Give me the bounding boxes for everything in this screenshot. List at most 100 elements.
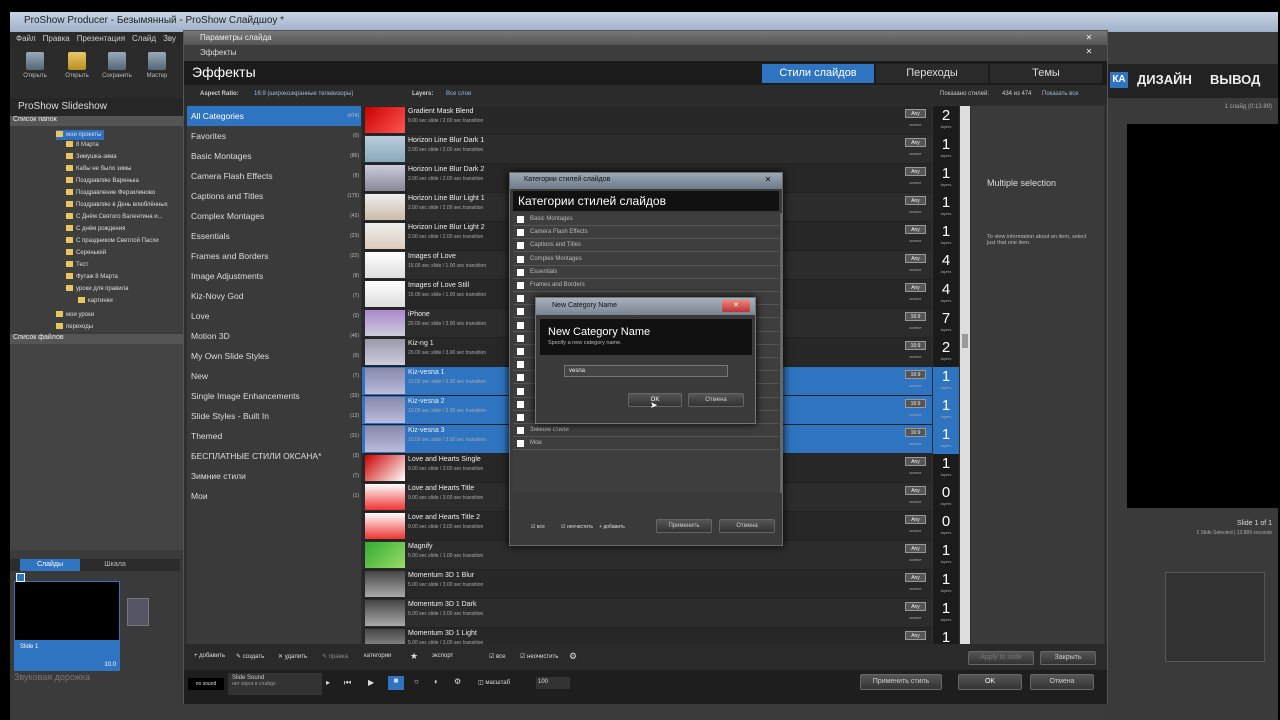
category-item[interactable]: My Own Slide Styles (0) [187,346,361,366]
category-item[interactable]: БЕСПЛАТНЫЕ СТИЛИ ОКСАНА* (3) [187,446,361,466]
category-check-item[interactable]: Complex Montages [513,253,779,266]
category-check-item[interactable]: Зимние стили [513,424,779,438]
folder-item[interactable]: мои проекты [56,130,104,140]
export-button[interactable]: экспорт [432,653,453,659]
transition-icon[interactable] [127,598,149,626]
uncheck-toggle[interactable]: ☑ неочистить [561,524,593,530]
folder-item[interactable]: картинки [78,296,113,306]
close-icon[interactable]: ✕ [760,175,776,186]
nav-output[interactable]: ВЫВОД [1210,72,1260,87]
ok-button[interactable]: OK [958,674,1022,690]
create-style-button[interactable]: ✎ создать [236,653,264,660]
category-check-item[interactable]: Essentials [513,266,779,279]
tab-transitions[interactable]: Переходы [876,64,988,83]
close-icon[interactable]: ✕ [1079,47,1099,57]
delete-style-button[interactable]: ✕ удалить [278,653,307,660]
folder-item[interactable]: Поздравление Ферзилиново [66,188,155,198]
folder-item[interactable]: Кабы не было зимы [66,164,131,174]
checkbox[interactable] [517,229,524,237]
category-item[interactable]: Basic Montages (86) [187,146,361,166]
categories-scrollbar[interactable] [780,213,782,493]
wizard-button[interactable]: Мастер [140,50,174,92]
folder-item[interactable]: переходы [56,322,93,332]
close-icon[interactable]: ✕ [722,300,750,312]
tab-themes[interactable]: Темы [990,64,1102,83]
checkbox[interactable] [517,295,524,303]
menu-slide[interactable]: Слайд [132,34,156,43]
checkbox[interactable] [517,427,524,435]
category-item[interactable]: Camera Flash Effects (9) [187,166,361,186]
scroll-thumb[interactable] [962,334,968,348]
speaker-icon[interactable]: ◐ [434,677,439,686]
category-name-input[interactable]: vesna [564,365,728,377]
settings-icon[interactable]: ⚙ [569,651,577,662]
nav-create[interactable]: КА [1110,72,1128,88]
open-button[interactable]: Открыть [18,50,52,92]
category-item[interactable]: Single Image Enhancements (33) [187,386,361,406]
categories-button[interactable]: категории [364,653,391,659]
gear-icon[interactable]: ⚙ [454,677,461,686]
folder-item[interactable]: С праздником Светлой Пасхи [66,236,159,246]
category-check-item[interactable]: Captions and Titles [513,239,779,253]
add-category-button[interactable]: + добавить [599,524,625,530]
close-button[interactable]: Закрыть [1040,651,1096,665]
play-button[interactable]: ▶ [368,678,374,687]
tab-timeline[interactable]: Шкала [85,559,145,571]
checkbox[interactable] [517,334,524,342]
slide-checkbox[interactable] [16,573,25,582]
menu-sound[interactable]: Зву [163,34,176,43]
aspect-value[interactable]: 16:9 (широкоэкранные телевизоры) [254,91,353,97]
sound-selector[interactable]: no sound [188,678,224,690]
folder-item[interactable]: Серенький [66,248,106,258]
category-item[interactable]: Slide Styles - Built In (13) [187,406,361,426]
style-row[interactable]: Momentum 3D 1 Light 5.00 sec slide / 3.00… [362,628,932,644]
checkbox[interactable] [517,400,524,408]
category-item[interactable]: Favorites (0) [187,126,361,146]
category-item[interactable]: Motion 3D (46) [187,326,361,346]
checkbox[interactable] [517,348,524,355]
category-check-item[interactable]: Basic Montages [513,213,779,226]
checkbox[interactable] [517,414,524,421]
apply-to-slide-button[interactable]: Apply to slide [968,651,1034,665]
stop-button[interactable]: ■ [388,676,404,690]
apply-theme-button[interactable]: Применить стиль [860,674,942,690]
category-item[interactable]: Kiz-Novy God (7) [187,286,361,306]
tab-slides[interactable]: Слайды [20,559,80,571]
layers-value[interactable]: Все слои [446,91,471,97]
edit-style-button[interactable]: ✎ правка [322,653,348,660]
zoom-input[interactable]: 100 [536,677,570,689]
folder-item[interactable]: С Днём Святого Валентина и... [66,212,163,222]
save-button[interactable]: Сохранить [100,50,134,92]
menu-presentation[interactable]: Презентация [77,34,125,43]
folder-item[interactable]: мои уроки [56,310,94,320]
check-all-toggle[interactable]: ☑ все [531,524,545,530]
checkbox[interactable] [517,321,524,329]
category-item[interactable]: All Categories (474) [187,106,361,126]
open-folder-button[interactable]: Открыть [60,50,94,92]
category-item[interactable]: Зимние стили (7) [187,466,361,486]
cancel-button[interactable]: Отмена [688,393,744,407]
checkbox[interactable] [517,242,524,250]
folder-item[interactable]: С днём рождения [66,224,125,234]
category-check-item[interactable]: Frames and Borders [513,279,779,292]
category-item[interactable]: Themed (31) [187,426,361,446]
category-item[interactable]: Мои (1) [187,486,361,506]
loop-icon[interactable]: ○ [414,677,419,686]
folder-item[interactable]: уроки для правила [66,284,128,294]
category-item[interactable]: New (7) [187,366,361,386]
checkbox[interactable] [517,308,524,316]
checkbox[interactable] [517,216,524,223]
slide-sound-box[interactable]: Slide Sound нет звука в слайде [228,673,322,695]
checkbox[interactable] [517,255,524,263]
close-icon[interactable]: ✕ [1079,33,1099,43]
checkbox[interactable] [517,268,524,276]
style-row[interactable]: Gradient Mask Blend 9.00 sec slide / 2.00… [362,106,932,135]
checkbox[interactable] [517,387,524,395]
folder-item[interactable]: Поздравляю Варенька [66,176,139,186]
folder-item[interactable]: Зимушка-зима [66,152,117,162]
star-icon[interactable]: ★ [410,651,418,662]
play-icon[interactable]: ▸ [326,678,330,687]
style-row[interactable]: Momentum 3D 1 Blur 5.00 sec slide / 3.00 … [362,570,932,599]
style-row[interactable]: Horizon Line Blur Dark 1 2.00 sec slide /… [362,135,932,164]
slide-thumbnail[interactable] [14,581,120,641]
